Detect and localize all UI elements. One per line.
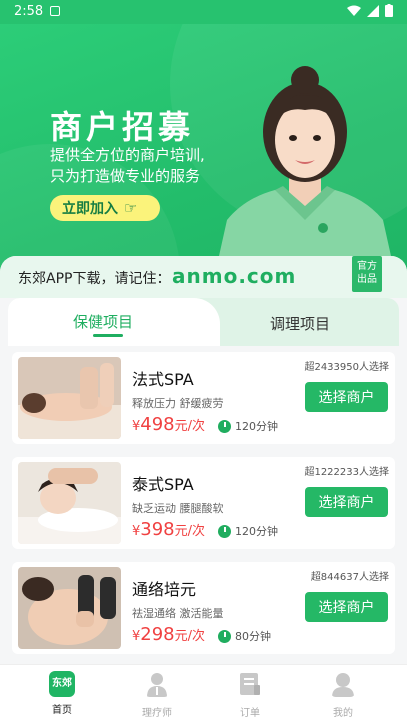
bottom-nav: 东郊 首页 理疗师 订单 我的 (0, 664, 407, 723)
tab-health-label: 保健项目 (73, 313, 134, 331)
price-value: 298 (140, 624, 175, 645)
service-tags: 缺乏运动 腰腿酸软 (132, 502, 224, 515)
service-thumbnail (18, 567, 121, 649)
service-card[interactable]: 泰式SPA 缺乏运动 腰腿酸软 ¥398元/次 120分钟 超1222233人选… (12, 457, 395, 549)
tab-active-indicator (93, 334, 123, 337)
service-thumbnail (18, 462, 121, 544)
select-merchant-button[interactable]: 选择商户 (305, 382, 388, 412)
official-badge-line2: 出品 (357, 274, 377, 285)
nav-therapist[interactable]: 理疗师 (127, 671, 187, 719)
service-duration: 120分钟 (218, 523, 278, 539)
duration-text: 80分钟 (235, 630, 271, 643)
status-time: 2:58 (14, 4, 44, 19)
service-sold-count: 超1222233人选择 (304, 467, 389, 478)
nav-orders[interactable]: 订单 (220, 671, 280, 719)
nav-home[interactable]: 东郊 首页 (32, 671, 92, 716)
service-thumbnail (18, 357, 121, 439)
price-unit: 元/次 (174, 629, 206, 644)
profile-icon (332, 673, 354, 697)
status-bar: 2:58 (0, 0, 407, 24)
notice-url: anmo.com (172, 264, 297, 288)
nav-profile-label: 我的 (333, 708, 353, 719)
hero-subtitle-line1: 提供全方位的商户培训, (50, 146, 205, 164)
service-sold-count: 超844637人选择 (310, 572, 389, 583)
nav-profile[interactable]: 我的 (313, 671, 373, 719)
nav-therapist-label: 理疗师 (142, 708, 172, 719)
price-value: 498 (140, 414, 175, 435)
clock-icon (218, 629, 231, 643)
service-duration: 120分钟 (218, 418, 278, 434)
service-tags: 祛湿通络 激活能量 (132, 607, 224, 620)
service-list: 法式SPA 释放压力 舒缓疲劳 ¥498元/次 120分钟 超2433950人选… (8, 346, 399, 662)
tab-adjust-label: 调理项目 (270, 315, 331, 333)
signal-icon (367, 4, 379, 17)
price-value: 398 (140, 519, 175, 540)
select-merchant-button[interactable]: 选择商户 (305, 487, 388, 517)
hero-title: 商户招募 (50, 108, 195, 146)
clock-icon (218, 524, 231, 538)
join-now-label: 立即加入 (62, 201, 118, 217)
official-badge-line1: 官方 (357, 261, 377, 272)
notification-icon (50, 6, 60, 16)
status-icons (347, 4, 393, 17)
service-tags: 释放压力 舒缓疲劳 (132, 397, 224, 410)
service-price: ¥398元/次 (132, 519, 205, 540)
pointing-hand-icon: ☞ (124, 199, 138, 217)
hero-subtitle-line2: 只为打造做专业的服务 (50, 167, 201, 185)
spokesperson-image (215, 66, 395, 274)
nav-orders-label: 订单 (240, 708, 260, 719)
service-name: 泰式SPA (132, 475, 194, 494)
service-card[interactable]: 通络培元 祛湿通络 激活能量 ¥298元/次 80分钟 超844637人选择 选… (12, 562, 395, 654)
official-badge: 官方 出品 (352, 256, 382, 292)
home-logo-icon: 东郊 (49, 671, 75, 697)
price-unit: 元/次 (174, 524, 206, 539)
duration-text: 120分钟 (235, 525, 278, 538)
therapist-icon (147, 673, 167, 697)
select-merchant-button[interactable]: 选择商户 (305, 592, 388, 622)
wifi-icon (347, 5, 361, 16)
orders-icon (240, 673, 260, 695)
hero-subtitle: 提供全方位的商户培训, 只为打造做专业的服务 (50, 145, 230, 187)
join-now-button[interactable]: 立即加入 ☞ (50, 195, 160, 221)
duration-text: 120分钟 (235, 420, 278, 433)
service-price: ¥498元/次 (132, 414, 205, 435)
nav-home-label: 首页 (52, 705, 72, 716)
category-tabs: 保健项目 调理项目 (8, 298, 399, 346)
service-name: 法式SPA (132, 370, 194, 389)
service-name: 通络培元 (132, 580, 197, 599)
service-sold-count: 超2433950人选择 (304, 362, 389, 373)
service-price: ¥298元/次 (132, 624, 205, 645)
service-duration: 80分钟 (218, 628, 271, 644)
clock-icon (218, 419, 231, 433)
price-unit: 元/次 (174, 419, 206, 434)
recruit-banner[interactable]: 商户招募 提供全方位的商户培训, 只为打造做专业的服务 立即加入 ☞ (0, 24, 407, 274)
notice-text: 东郊APP下载，请记住： (18, 271, 171, 287)
service-card[interactable]: 法式SPA 释放压力 舒缓疲劳 ¥498元/次 120分钟 超2433950人选… (12, 352, 395, 444)
battery-icon (385, 4, 393, 17)
